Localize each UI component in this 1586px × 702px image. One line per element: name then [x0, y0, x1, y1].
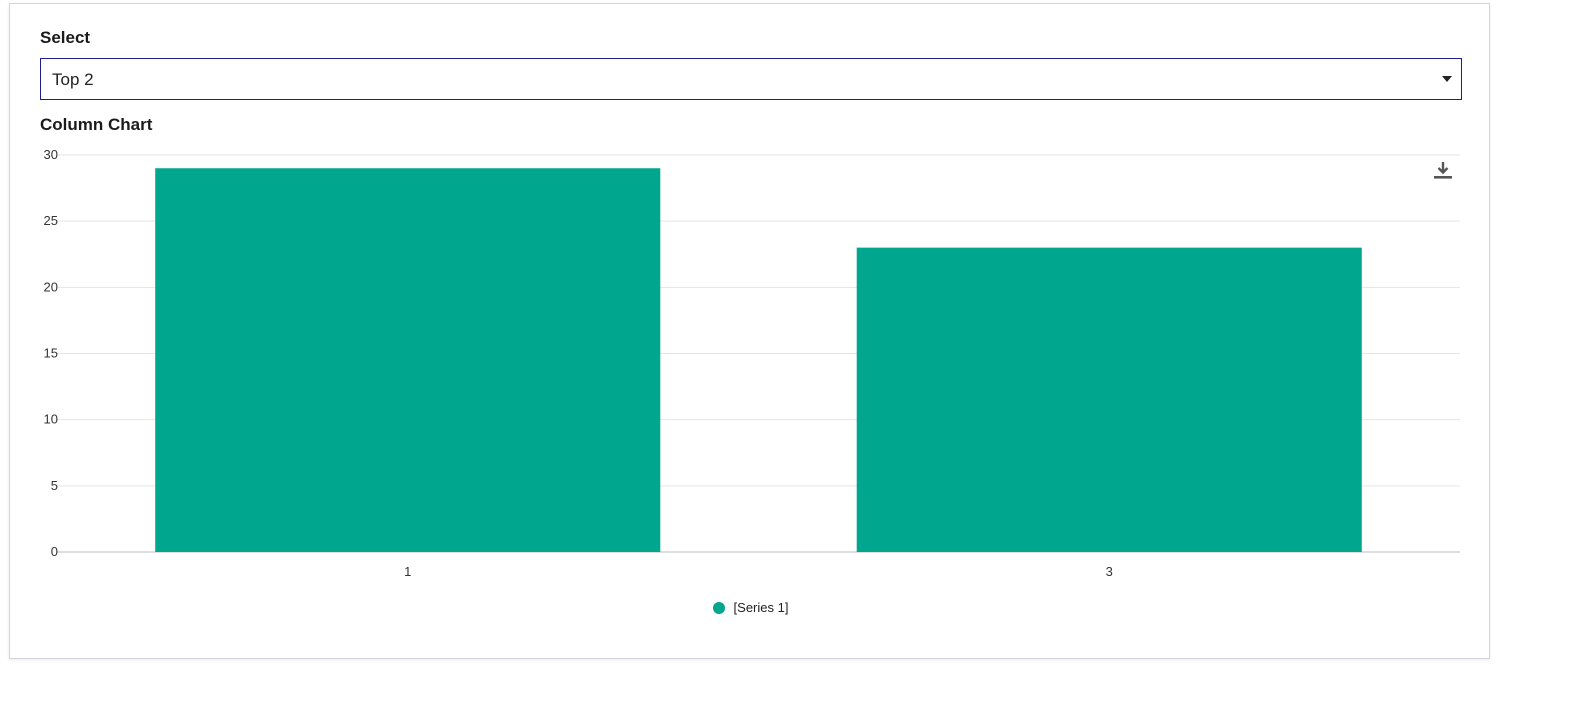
legend-label: [Series 1] [733, 600, 789, 615]
y-tick-label: 30 [44, 147, 58, 162]
y-tick-label: 20 [44, 279, 58, 294]
chart-legend: [Series 1] [10, 600, 1491, 617]
y-tick-label: 10 [44, 412, 58, 427]
download-icon[interactable] [1432, 159, 1454, 181]
y-tick-label: 15 [44, 346, 58, 361]
x-tick-label: 3 [1106, 564, 1113, 579]
y-tick-label: 5 [51, 478, 58, 493]
x-tick-label: 1 [404, 564, 411, 579]
bar [155, 168, 661, 552]
column-chart: 0 5 10 15 20 25 30 1 3 [44, 147, 1460, 579]
y-tick-label: 0 [51, 544, 58, 559]
y-tick-label: 25 [44, 213, 58, 228]
bar [856, 247, 1362, 552]
chart-card: Select Top 2 Column Chart 0 5 10 15 20 25 30 1 3… [9, 3, 1490, 659]
legend-swatch [712, 601, 725, 614]
legend-item-series-1[interactable]: [Series 1] [712, 600, 789, 615]
